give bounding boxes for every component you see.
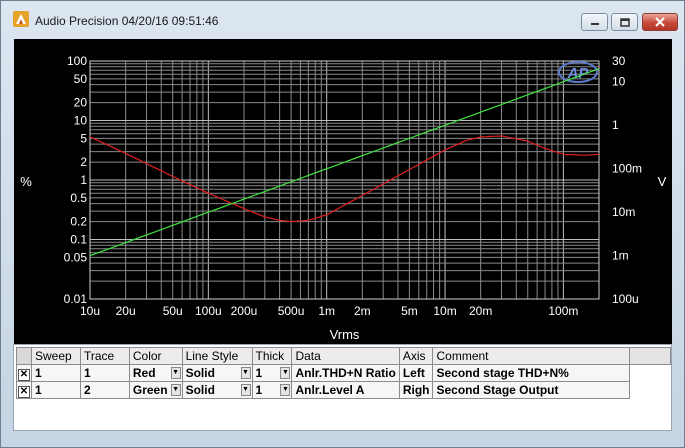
- cell-line-style: Solid: [185, 383, 215, 397]
- cell-thick: 1: [255, 366, 263, 380]
- col-header-trace[interactable]: Trace: [79, 347, 130, 365]
- cell-color-dropdown[interactable]: Red ▼: [128, 364, 183, 382]
- y-left-tick-label: 10: [74, 114, 88, 128]
- col-header-sweep[interactable]: Sweep: [30, 347, 81, 365]
- y-left-tick-label: 1: [80, 173, 87, 187]
- thd-level-chart: 10u 20u 50u 100u 200u 500u 1m 2m 5m 10m 20m 100m100…: [20, 54, 667, 342]
- y-left-tick-label: 2: [80, 155, 87, 169]
- cell-sweep[interactable]: 1: [30, 381, 81, 399]
- minimize-button[interactable]: [581, 13, 608, 31]
- y-left-tick-label: 100: [67, 54, 87, 68]
- cell-thick: 1: [255, 383, 263, 397]
- x-tick-label: 1m: [318, 304, 335, 318]
- maximize-icon: [619, 17, 630, 27]
- title-bar[interactable]: Audio Precision 04/20/16 09:51:46: [1, 1, 684, 31]
- trace-table: Sweep Trace Color Line Style Thick Data …: [16, 347, 671, 399]
- y-left-tick-label: 20: [74, 96, 88, 110]
- graph-panel[interactable]: 10u 20u 50u 100u 200u 500u 1m 2m 5m 10m 20m 100m 100…: [14, 39, 672, 344]
- cell-data[interactable]: Anlr.Level A: [291, 381, 400, 399]
- x-tick-label: 500u: [278, 304, 305, 318]
- dropdown-arrow-icon[interactable]: ▼: [170, 367, 181, 379]
- maximize-button[interactable]: [611, 13, 638, 31]
- y-right-tick-label: 10m: [612, 205, 635, 219]
- y-left-tick-label: 5: [80, 131, 87, 145]
- cell-comment[interactable]: Second Stage Output: [432, 381, 631, 399]
- cell-line-style-dropdown[interactable]: Solid ▼: [181, 381, 253, 399]
- col-header-thick[interactable]: Thick: [251, 347, 293, 365]
- dropdown-arrow-icon[interactable]: ▼: [240, 384, 251, 396]
- x-tick-label: 2m: [354, 304, 371, 318]
- x-axis-label: Vrms: [330, 327, 360, 342]
- audio-precision-window: Audio Precision 04/20/16 09:51:46 10u 20u…: [0, 0, 685, 448]
- cell-color-dropdown[interactable]: Green ▼: [128, 381, 183, 399]
- check-mark-icon: ✕: [17, 385, 30, 398]
- cell-line-style-dropdown[interactable]: Solid ▼: [181, 364, 253, 382]
- window-title: Audio Precision 04/20/16 09:51:46: [35, 14, 219, 28]
- col-header-line-style[interactable]: Line Style: [181, 347, 253, 365]
- x-tick-label: 100m: [548, 304, 578, 318]
- y-left-tick-label: 0.5: [70, 191, 87, 205]
- cell-trace[interactable]: 2: [79, 381, 130, 399]
- cell-sweep[interactable]: 1: [30, 364, 81, 382]
- dropdown-arrow-icon[interactable]: ▼: [170, 384, 181, 396]
- col-header-spacer: [629, 347, 671, 365]
- cell-comment[interactable]: Second stage THD+N%: [432, 364, 631, 382]
- x-tick-label: 100u: [195, 304, 222, 318]
- row-spacer: [629, 364, 671, 382]
- x-tick-label: 10m: [433, 304, 456, 318]
- y-right-tick-label: 100u: [612, 292, 639, 306]
- x-tick-label: 10u: [80, 304, 100, 318]
- y-left-tick-label: 0.2: [70, 215, 87, 229]
- y-left-tick-label: 0.01: [64, 292, 88, 306]
- col-header-comment[interactable]: Comment: [432, 347, 631, 365]
- cell-thick-dropdown[interactable]: 1 ▼: [251, 364, 293, 382]
- trace-enable-checkbox[interactable]: ✕: [16, 381, 32, 399]
- cell-color: Red: [132, 366, 156, 380]
- header-corner: [16, 347, 32, 365]
- col-header-data[interactable]: Data: [291, 347, 400, 365]
- y-right-axis-label: V: [658, 174, 667, 189]
- y-left-tick-label: 50: [74, 72, 88, 86]
- table-row[interactable]: ✕ 1 1 Red ▼ Solid ▼ 1 ▼ Anlr.THD+N Ratio Le…: [16, 364, 671, 382]
- row-spacer: [629, 381, 671, 399]
- check-mark-icon: ✕: [17, 368, 30, 381]
- x-tick-label: 20u: [116, 304, 136, 318]
- close-button[interactable]: [642, 13, 678, 31]
- x-tick-label: 20m: [469, 304, 492, 318]
- cell-axis[interactable]: Righ: [398, 381, 434, 399]
- cell-line-style: Solid: [185, 366, 215, 380]
- y-right-tick-label: 1m: [612, 249, 629, 263]
- y-right-tick-label: 30: [612, 54, 626, 68]
- y-right-tick-label: 10: [612, 75, 626, 89]
- dropdown-arrow-icon[interactable]: ▼: [280, 384, 291, 396]
- cell-thick-dropdown[interactable]: 1 ▼: [251, 381, 293, 399]
- x-tick-label: 5m: [401, 304, 418, 318]
- audio-precision-app-icon: [13, 11, 29, 27]
- col-header-axis[interactable]: Axis: [398, 347, 434, 365]
- y-left-tick-label: 0.05: [64, 250, 88, 264]
- trace-enable-checkbox[interactable]: ✕: [16, 364, 32, 382]
- cell-trace[interactable]: 1: [79, 364, 130, 382]
- series-line-1: [89, 135, 600, 223]
- y-left-tick-label: 0.1: [70, 233, 87, 247]
- y-left-axis-label: %: [20, 174, 32, 189]
- col-header-color[interactable]: Color: [128, 347, 183, 365]
- cell-data[interactable]: Anlr.THD+N Ratio: [291, 364, 400, 382]
- y-right-tick-label: 1: [612, 118, 619, 132]
- cell-axis[interactable]: Left: [398, 364, 434, 382]
- x-tick-label: 200u: [231, 304, 258, 318]
- trace-table-header: Sweep Trace Color Line Style Thick Data …: [16, 347, 671, 365]
- cell-color: Green: [132, 383, 168, 397]
- dropdown-arrow-icon[interactable]: ▼: [280, 367, 291, 379]
- y-right-tick-label: 100m: [612, 162, 642, 176]
- close-icon: [655, 17, 665, 27]
- dropdown-arrow-icon[interactable]: ▼: [240, 367, 251, 379]
- x-tick-label: 50u: [163, 304, 183, 318]
- trace-settings-panel: Sweep Trace Color Line Style Thick Data …: [13, 344, 672, 431]
- table-row[interactable]: ✕ 1 2 Green ▼ Solid ▼ 1 ▼ Anlr.Level A Righ…: [16, 381, 671, 399]
- minimize-icon: [590, 23, 599, 25]
